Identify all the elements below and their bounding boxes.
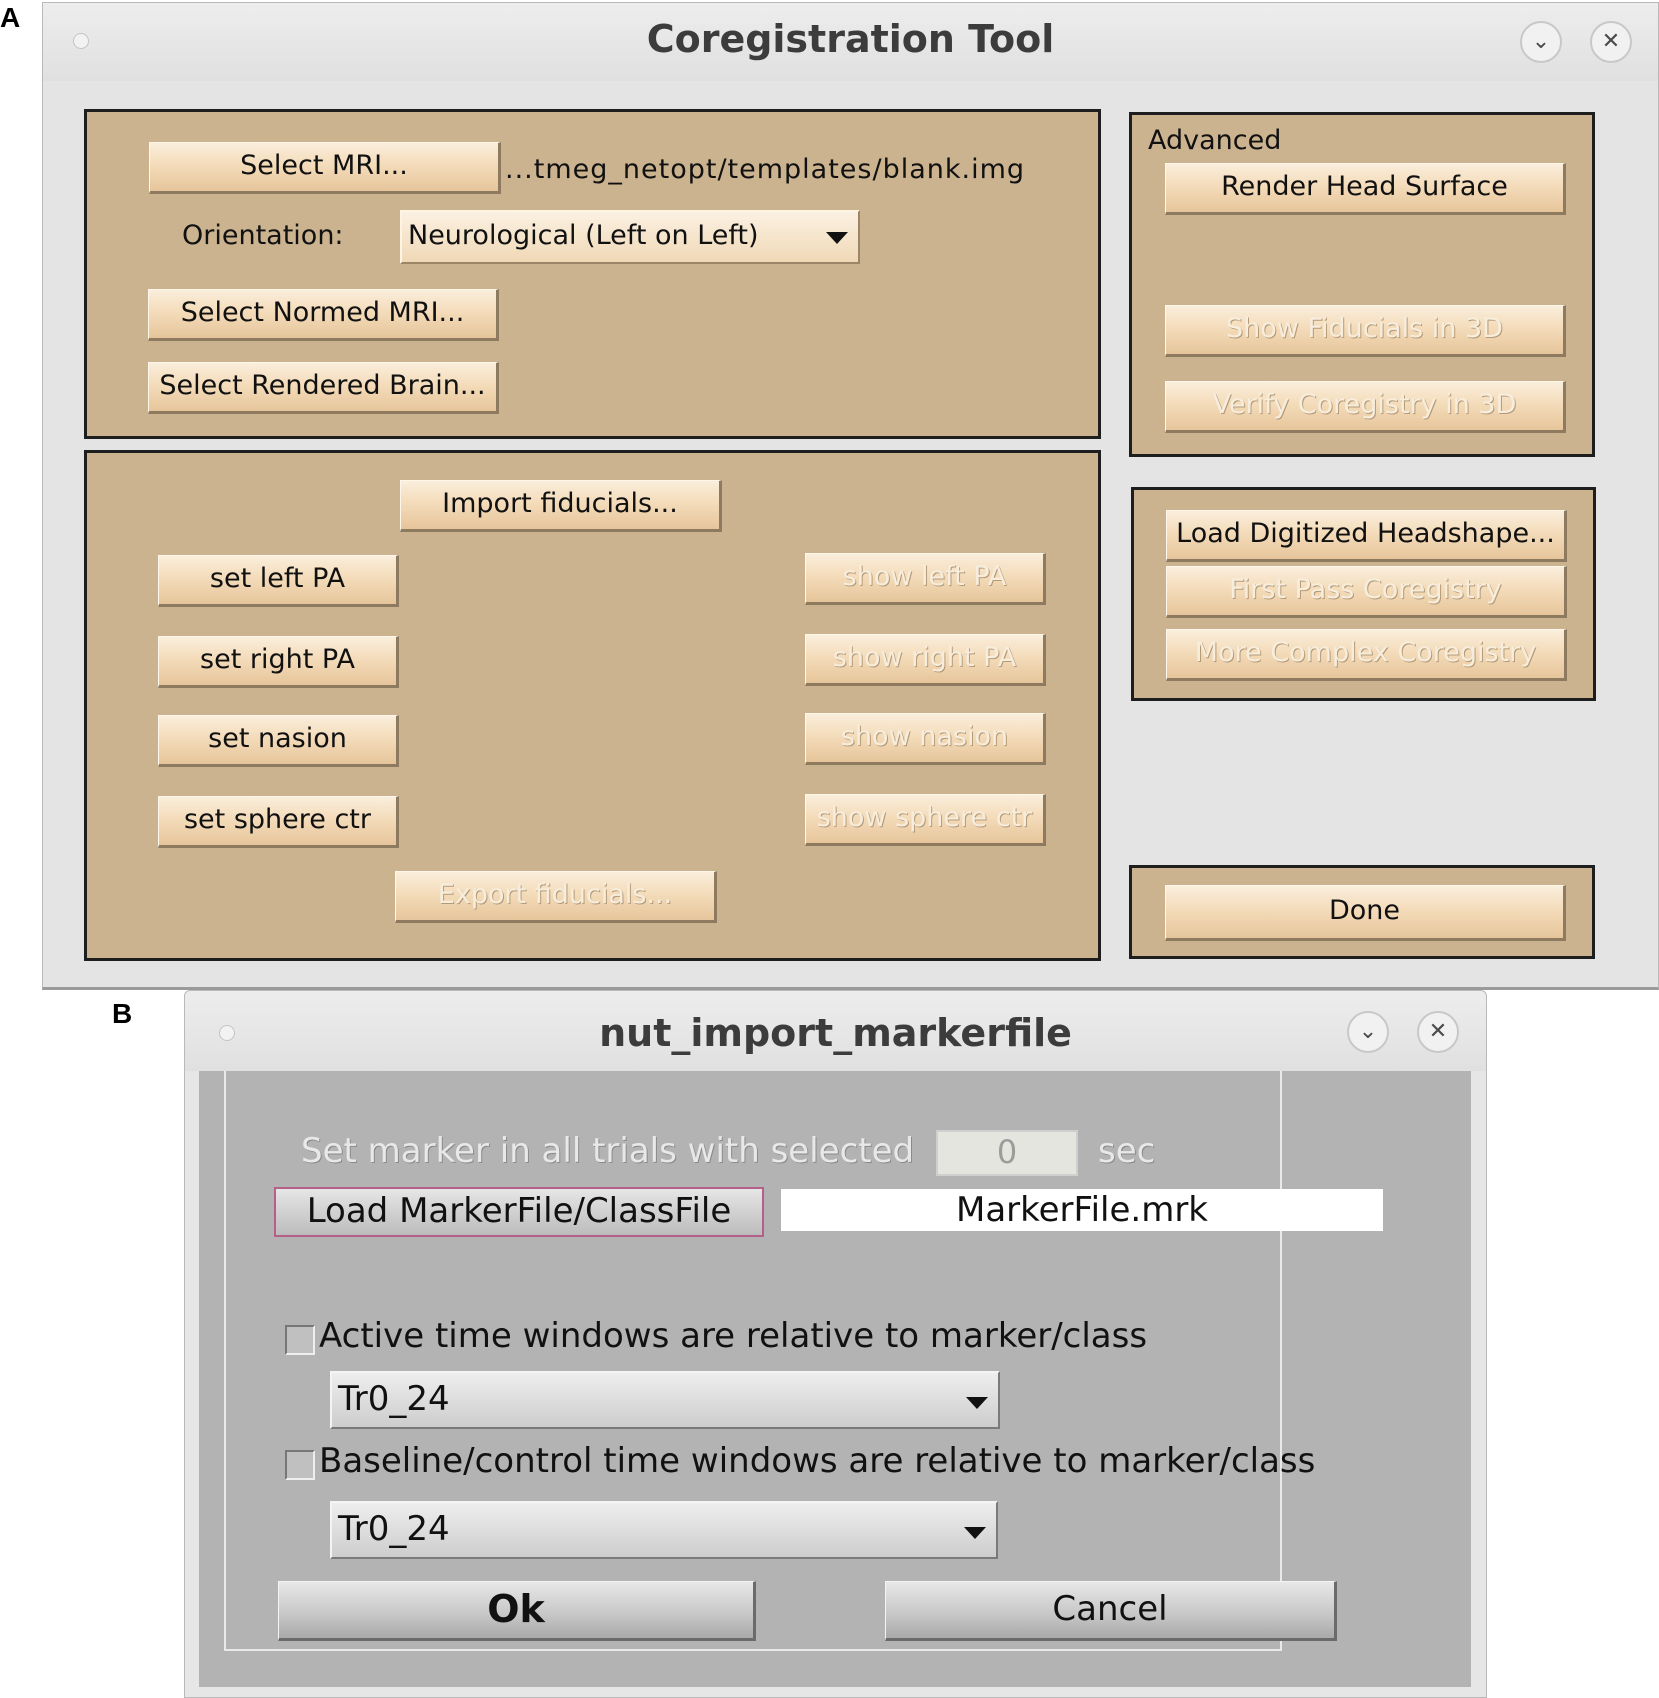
set-left-pa-button[interactable]: set left PA (158, 555, 399, 607)
active-relative-checkbox[interactable] (285, 1325, 315, 1355)
active-marker-select[interactable]: Tr0_24 (330, 1371, 1000, 1429)
coregistration-window: Coregistration Tool ⌄ ✕ Select MRI... ..… (42, 2, 1659, 990)
select-normed-mri-button[interactable]: Select Normed MRI... (148, 289, 499, 341)
active-marker-value: Tr0_24 (338, 1379, 450, 1419)
advanced-panel: Advanced Render Head Surface Show Fiduci… (1129, 112, 1595, 457)
render-head-surface-button[interactable]: Render Head Surface (1165, 163, 1566, 215)
first-pass-coregistry-button[interactable]: First Pass Coregistry (1166, 566, 1567, 618)
show-left-pa-button[interactable]: show left PA (805, 553, 1046, 605)
minimize-button[interactable]: ⌄ (1347, 1011, 1389, 1053)
chevron-down-icon: ⌄ (1358, 1019, 1378, 1044)
load-markerfile-button[interactable]: Load MarkerFile/ClassFile (274, 1187, 764, 1237)
title-bar: nut_import_markerfile ⌄ ✕ (185, 991, 1486, 1071)
orientation-label: Orientation: (182, 220, 344, 251)
import-markerfile-window: nut_import_markerfile ⌄ ✕ Set marker in … (184, 990, 1487, 1698)
set-nasion-button[interactable]: set nasion (158, 715, 399, 767)
dropdown-arrow-icon (964, 1527, 986, 1539)
mri-path-text: ...tmeg_netopt/templates/blank.img (505, 154, 1026, 185)
mri-selection-panel: Select MRI... ...tmeg_netopt/templates/b… (84, 109, 1101, 439)
window-title: Coregistration Tool (646, 17, 1055, 61)
close-icon: ✕ (1601, 29, 1621, 54)
minimize-button[interactable]: ⌄ (1520, 21, 1562, 63)
active-relative-label: Active time windows are relative to mark… (319, 1316, 1148, 1356)
fiducials-panel: Import fiducials... set left PA set righ… (84, 450, 1101, 961)
dropdown-arrow-icon (966, 1397, 988, 1409)
sec-label: sec (1098, 1131, 1156, 1171)
advanced-label: Advanced (1148, 125, 1282, 156)
marker-offset-value: 0 (996, 1133, 1018, 1171)
load-digitized-headshape-button[interactable]: Load Digitized Headshape... (1166, 510, 1567, 562)
close-button[interactable]: ✕ (1590, 21, 1632, 63)
show-nasion-button[interactable]: show nasion (805, 713, 1046, 765)
done-button[interactable]: Done (1165, 885, 1566, 941)
set-sphere-ctr-button[interactable]: set sphere ctr (158, 796, 399, 848)
panel-label-b: B (112, 998, 133, 1029)
verify-coregistry-3d-button[interactable]: Verify Coregistry in 3D (1165, 381, 1566, 433)
baseline-relative-checkbox[interactable] (285, 1450, 315, 1480)
marker-offset-input[interactable]: 0 (936, 1130, 1078, 1176)
close-icon: ✕ (1428, 1019, 1448, 1044)
select-mri-button[interactable]: Select MRI... (149, 142, 501, 194)
headshape-panel: Load Digitized Headshape... First Pass C… (1131, 487, 1596, 701)
show-fiducials-3d-button[interactable]: Show Fiducials in 3D (1165, 305, 1566, 357)
show-sphere-ctr-button[interactable]: show sphere ctr (805, 794, 1046, 846)
chevron-down-icon: ⌄ (1531, 29, 1551, 54)
orientation-value: Neurological (Left on Left) (408, 220, 759, 251)
markerfile-name-text: MarkerFile.mrk (955, 1190, 1208, 1230)
baseline-marker-value: Tr0_24 (338, 1509, 450, 1549)
export-fiducials-button[interactable]: Export fiducials... (395, 871, 717, 923)
baseline-relative-label: Baseline/control time windows are relati… (319, 1441, 1316, 1481)
markerfile-name-field: MarkerFile.mrk (781, 1189, 1383, 1231)
title-bar: Coregistration Tool ⌄ ✕ (43, 3, 1658, 81)
orientation-select[interactable]: Neurological (Left on Left) (400, 210, 860, 264)
set-marker-label: Set marker in all trials with selected (301, 1131, 915, 1171)
ok-button[interactable]: Ok (278, 1581, 756, 1641)
dropdown-arrow-icon (826, 232, 848, 244)
baseline-marker-select[interactable]: Tr0_24 (330, 1501, 998, 1559)
more-complex-coregistry-button[interactable]: More Complex Coregistry (1166, 629, 1567, 681)
close-button[interactable]: ✕ (1417, 1011, 1459, 1053)
cancel-button[interactable]: Cancel (885, 1581, 1337, 1641)
set-right-pa-button[interactable]: set right PA (158, 636, 399, 688)
select-rendered-brain-button[interactable]: Select Rendered Brain... (148, 362, 499, 414)
show-right-pa-button[interactable]: show right PA (805, 634, 1046, 686)
window-title: nut_import_markerfile (599, 1011, 1072, 1055)
import-fiducials-button[interactable]: Import fiducials... (400, 480, 722, 532)
marker-content-area: Set marker in all trials with selected 0… (199, 1071, 1471, 1687)
panel-label-a: A (0, 2, 21, 33)
done-panel: Done (1129, 865, 1595, 959)
